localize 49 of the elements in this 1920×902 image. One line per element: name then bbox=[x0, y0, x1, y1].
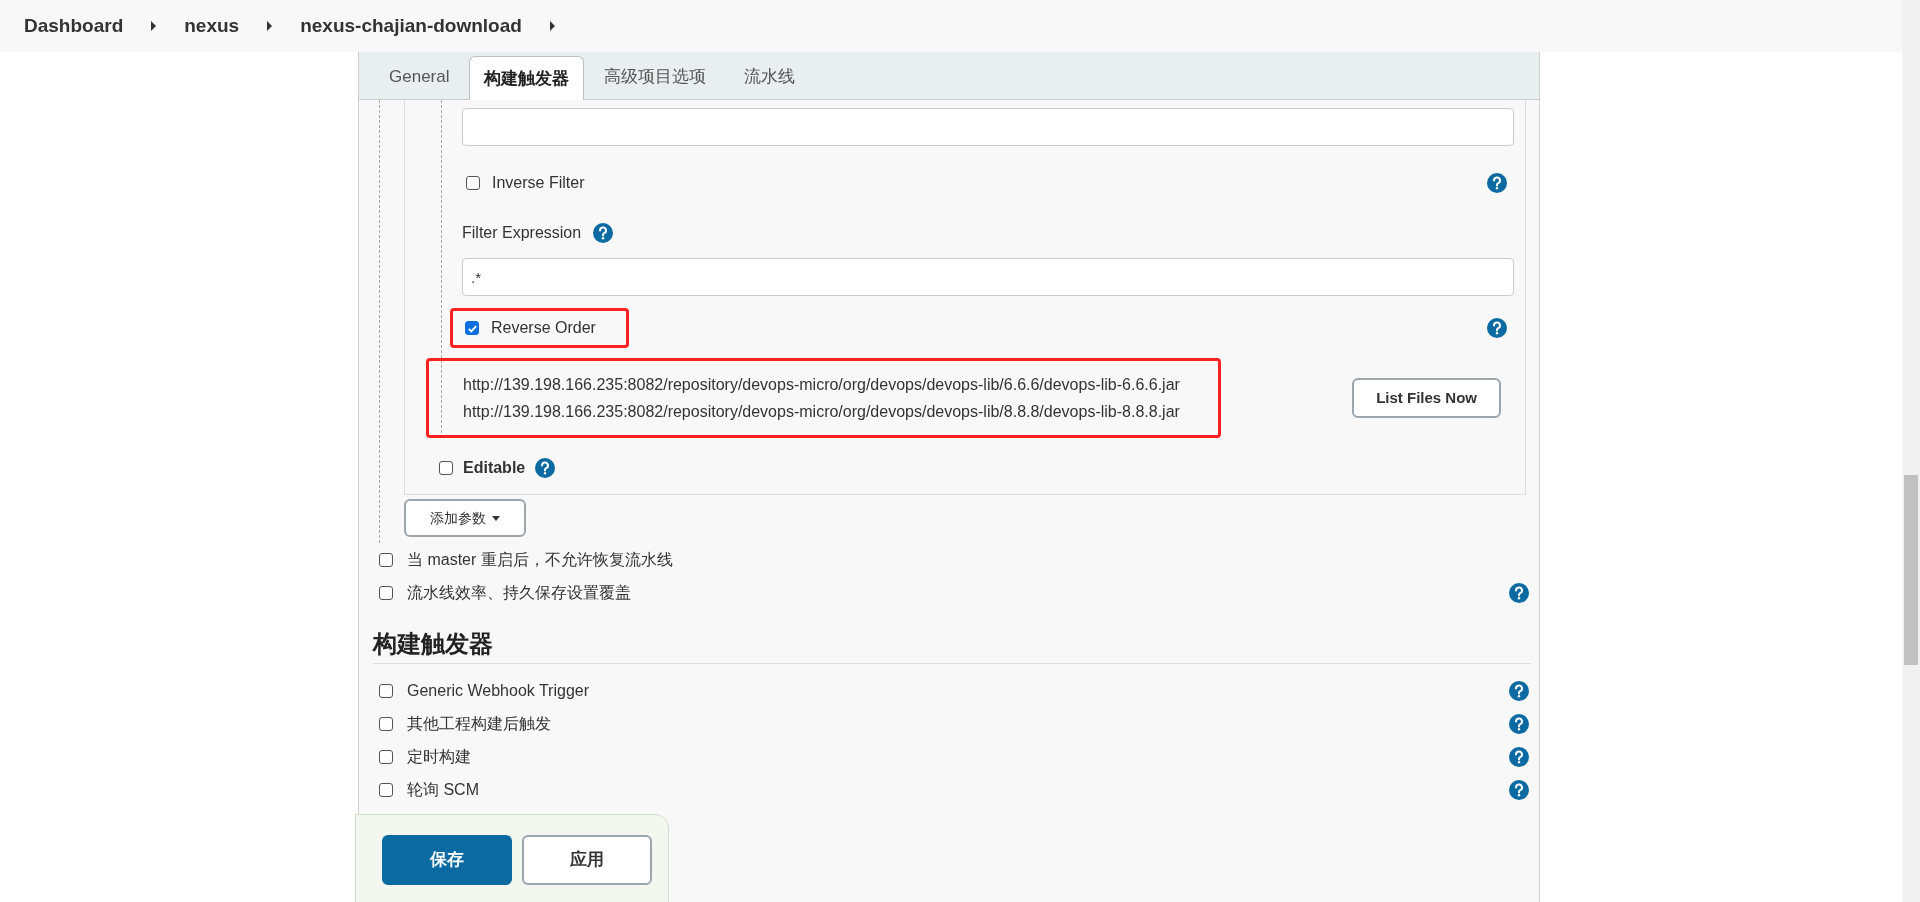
section-heading: 构建触发器 bbox=[373, 629, 1531, 664]
tab[interactable]: 构建触发器 bbox=[469, 56, 585, 100]
checkbox[interactable] bbox=[465, 321, 479, 335]
checkbox[interactable] bbox=[379, 552, 393, 567]
checkbox-label: Editable bbox=[463, 458, 526, 478]
checkbox[interactable] bbox=[379, 749, 393, 764]
help-icon[interactable] bbox=[593, 223, 614, 243]
help-icon[interactable] bbox=[1509, 779, 1529, 800]
checkbox-label: 其他工程构建后触发 bbox=[407, 713, 552, 734]
breadcrumb-link[interactable]: nexus-chajian-download bbox=[300, 11, 522, 41]
scrollbar-thumb[interactable] bbox=[1904, 475, 1918, 665]
save-button[interactable]: 保存 bbox=[382, 835, 512, 885]
tab[interactable]: 高级项目选项 bbox=[586, 55, 725, 99]
field-label: Filter Expression bbox=[462, 223, 582, 243]
checkbox-label: 当 master 重启后，不允许恢复流水线 bbox=[407, 549, 674, 570]
help-icon[interactable] bbox=[1487, 318, 1507, 338]
checkbox-label: Inverse Filter bbox=[492, 173, 586, 193]
caret-icon[interactable] bbox=[151, 21, 157, 31]
list-files-button[interactable]: List Files Now bbox=[1352, 378, 1501, 418]
input-field[interactable]: .* bbox=[462, 258, 1514, 296]
help-icon[interactable] bbox=[1509, 582, 1529, 603]
checkbox[interactable] bbox=[439, 461, 453, 475]
breadcrumb-link[interactable]: Dashboard bbox=[24, 11, 124, 41]
checkbox-label: 定时构建 bbox=[407, 746, 472, 767]
checkbox-label: 流水线效率、持久保存设置覆盖 bbox=[407, 582, 632, 603]
checkbox-label: 轮询 SCM bbox=[407, 779, 480, 800]
help-icon[interactable] bbox=[1487, 173, 1507, 193]
help-icon[interactable] bbox=[1509, 746, 1529, 767]
apply-button[interactable]: 应用 bbox=[522, 835, 652, 885]
tab[interactable]: 流水线 bbox=[726, 55, 814, 99]
breadcrumb-link[interactable]: nexus bbox=[184, 11, 240, 41]
checkbox[interactable] bbox=[379, 782, 393, 797]
help-icon[interactable] bbox=[1509, 680, 1529, 701]
caret-icon[interactable] bbox=[267, 21, 273, 31]
checkbox[interactable] bbox=[379, 585, 393, 600]
checkbox-label: Reverse Order bbox=[491, 318, 596, 338]
checkbox-label: Generic Webhook Trigger bbox=[407, 680, 590, 701]
help-icon[interactable] bbox=[535, 458, 556, 478]
caret-icon bbox=[492, 515, 500, 521]
add-parameter-button[interactable]: 添加参数 bbox=[404, 499, 526, 537]
checkbox[interactable] bbox=[379, 716, 393, 731]
input-field[interactable] bbox=[462, 108, 1514, 146]
checkbox[interactable] bbox=[466, 176, 480, 190]
caret-icon[interactable] bbox=[549, 21, 555, 31]
tab[interactable]: General bbox=[371, 55, 468, 99]
file-url: http://139.198.166.235:8082/repository/devops-micro/org/devops/devops-lib/8.8.8/devops-lib-8.8.8.jar bbox=[463, 402, 1180, 422]
checkbox[interactable] bbox=[379, 683, 393, 698]
help-icon[interactable] bbox=[1509, 713, 1529, 734]
file-url: http://139.198.166.235:8082/repository/devops-micro/org/devops/devops-lib/6.6.6/devops-lib-6.6.6.jar bbox=[463, 375, 1180, 395]
